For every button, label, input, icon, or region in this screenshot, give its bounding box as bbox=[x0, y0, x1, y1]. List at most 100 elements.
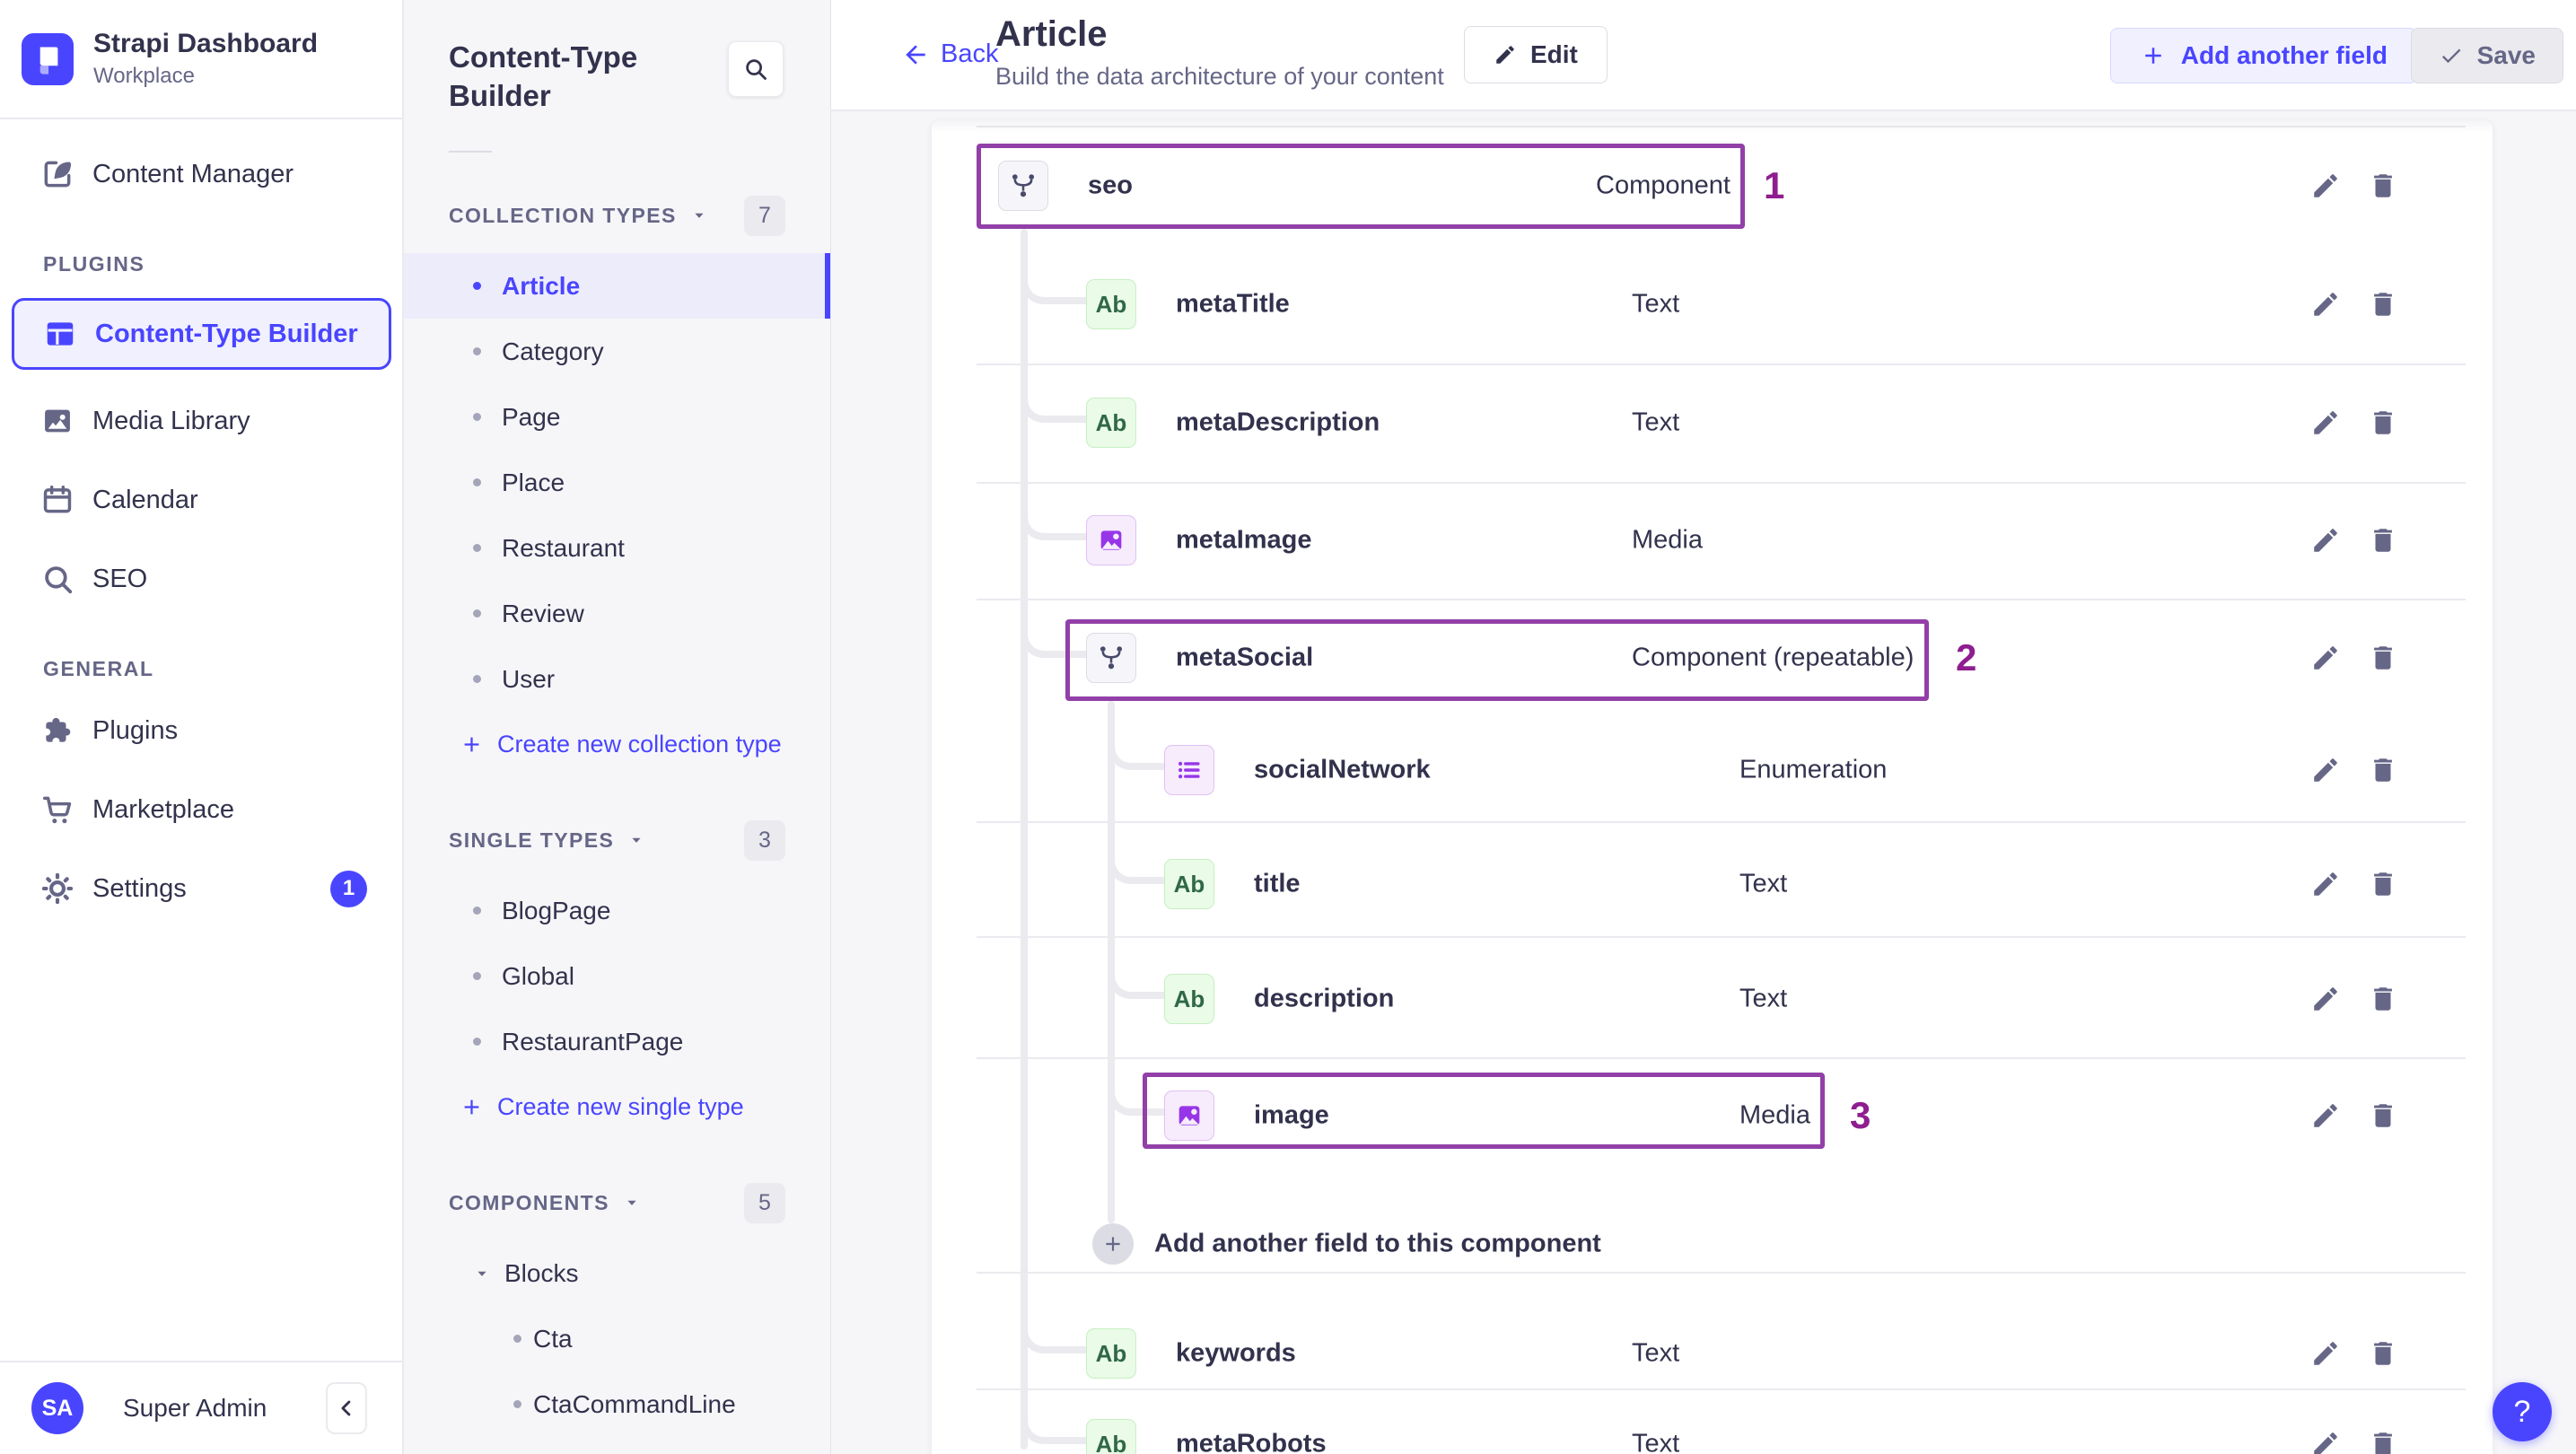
field-row-socialNetwork: socialNetwork Enumeration bbox=[932, 712, 2493, 828]
delete-field-button[interactable] bbox=[2368, 289, 2398, 320]
add-field-to-component-label: Add another field to this component bbox=[1154, 1229, 1601, 1258]
sidebar-item-content-manager[interactable]: Content Manager bbox=[0, 146, 402, 202]
list-item-label: Restaurant bbox=[502, 533, 625, 562]
list-item-label: RestaurantPage bbox=[502, 1027, 684, 1055]
sidebar-item-faq[interactable]: Faq bbox=[404, 1437, 830, 1454]
sidebar-item-page[interactable]: Page bbox=[404, 384, 830, 450]
check-icon bbox=[2439, 43, 2464, 68]
component-group-blocks[interactable]: Blocks bbox=[404, 1240, 830, 1306]
delete-field-button[interactable] bbox=[2368, 643, 2398, 673]
main-sidebar: Strapi Dashboard Workplace Content Manag… bbox=[0, 0, 404, 1454]
sidebar-item-marketplace[interactable]: Marketplace bbox=[0, 782, 402, 837]
sidebar-item-ctacommandline[interactable]: CtaCommandLine bbox=[404, 1371, 830, 1437]
sidebar-item-cta[interactable]: Cta bbox=[404, 1306, 830, 1371]
sidebar-item-restaurant[interactable]: Restaurant bbox=[404, 515, 830, 581]
create-link[interactable]: Create new collection type bbox=[404, 712, 830, 777]
tree-curve-icon bbox=[1021, 1318, 1086, 1353]
field-name: title bbox=[1254, 869, 1301, 898]
sidebar-item-blogpage[interactable]: BlogPage bbox=[404, 878, 830, 943]
field-name: keywords bbox=[1176, 1338, 1296, 1368]
field-row-metaTitle: Ab metaTitle Text bbox=[932, 246, 2493, 363]
sidebar-item-category[interactable]: Category bbox=[404, 319, 830, 384]
sidebar-item-calendar[interactable]: Calendar bbox=[0, 472, 402, 528]
edit-field-button[interactable] bbox=[2310, 1338, 2341, 1369]
sidebar-item-review[interactable]: Review bbox=[404, 581, 830, 646]
back-link[interactable]: Back bbox=[901, 39, 998, 69]
sidebar-item-settings[interactable]: Settings 1 bbox=[0, 861, 402, 916]
list-header-collection-types[interactable]: COLLECTION TYPES 7 bbox=[449, 192, 785, 239]
save-button[interactable]: Save bbox=[2410, 28, 2563, 83]
text-icon: Ab bbox=[1086, 1419, 1136, 1454]
list-header-components[interactable]: COMPONENTS 5 bbox=[449, 1179, 785, 1226]
field-row-metaDescription: Ab metaDescription Text bbox=[932, 364, 2493, 481]
list-header-label: SINGLE TYPES bbox=[449, 828, 615, 852]
sidebar-item-seo[interactable]: SEO bbox=[0, 551, 402, 607]
edit-field-button[interactable] bbox=[2310, 643, 2341, 673]
list-item-label: Place bbox=[502, 468, 565, 496]
app-title: Strapi Dashboard bbox=[93, 29, 319, 58]
edit-field-button[interactable] bbox=[2310, 525, 2341, 556]
edit-field-button[interactable] bbox=[2310, 1100, 2341, 1131]
sidebar-item-article[interactable]: Article bbox=[404, 253, 830, 319]
type-list: Article Category Page Place Restaurant Review… bbox=[404, 253, 830, 712]
pencil-icon bbox=[1494, 43, 1517, 66]
field-row-metaImage: metaImage Media bbox=[932, 482, 2493, 599]
bullet-icon bbox=[473, 413, 481, 421]
enumeration-icon bbox=[1164, 745, 1214, 795]
create-link[interactable]: Create new single type bbox=[404, 1074, 830, 1140]
edit-field-button[interactable] bbox=[2310, 984, 2341, 1014]
type-list: BlogPage Global RestaurantPage bbox=[404, 878, 830, 1074]
tree-curve-icon bbox=[1108, 963, 1164, 999]
delete-field-button[interactable] bbox=[2368, 984, 2398, 1014]
field-name: metaRobots bbox=[1176, 1429, 1327, 1454]
edit-field-button[interactable] bbox=[2310, 1429, 2341, 1454]
sidebar-item-global[interactable]: Global bbox=[404, 943, 830, 1009]
notification-badge: 1 bbox=[330, 870, 367, 907]
delete-field-button[interactable] bbox=[2368, 525, 2398, 556]
avatar[interactable]: SA bbox=[31, 1382, 83, 1434]
sidebar-item-user[interactable]: User bbox=[404, 646, 830, 712]
list-item-label: Cta bbox=[533, 1324, 573, 1353]
delete-field-button[interactable] bbox=[2368, 407, 2398, 438]
workspace-info: Strapi Dashboard Workplace bbox=[93, 29, 318, 89]
list-header-single-types[interactable]: SINGLE TYPES 3 bbox=[449, 817, 785, 863]
delete-field-button[interactable] bbox=[2368, 171, 2398, 201]
help-button[interactable]: ? bbox=[2493, 1382, 2552, 1441]
picture-icon bbox=[40, 404, 74, 438]
sidebar-item-place[interactable]: Place bbox=[404, 450, 830, 515]
edit-field-button[interactable] bbox=[2310, 171, 2341, 201]
field-type: Media bbox=[1739, 1100, 1810, 1130]
sidebar-item-plugins[interactable]: Plugins bbox=[0, 703, 402, 758]
field-row-metaRobots: Ab metaRobots Text bbox=[932, 1386, 2493, 1454]
edit-field-button[interactable] bbox=[2310, 407, 2341, 438]
media-icon bbox=[1164, 1090, 1214, 1141]
delete-field-button[interactable] bbox=[2368, 1338, 2398, 1369]
delete-field-button[interactable] bbox=[2368, 869, 2398, 899]
grid-icon bbox=[43, 317, 77, 351]
search-button[interactable] bbox=[728, 41, 784, 97]
main-navigation: Content Manager PLUGINS Content-Type Build… bbox=[0, 119, 402, 916]
sidebar-item-media-library[interactable]: Media Library bbox=[0, 393, 402, 449]
list-header-label: COMPONENTS bbox=[449, 1190, 609, 1214]
edit-field-button[interactable] bbox=[2310, 869, 2341, 899]
field-type: Text bbox=[1632, 289, 1680, 319]
sidebar-item-content-type-builder[interactable]: Content-Type Builder bbox=[12, 298, 391, 370]
bullet-icon bbox=[473, 544, 481, 552]
page-title: Article bbox=[995, 14, 1108, 54]
edit-field-button[interactable] bbox=[2310, 755, 2341, 785]
annotation-1: 1 bbox=[1764, 164, 1785, 206]
edit-button[interactable]: Edit bbox=[1464, 26, 1608, 83]
add-another-field-button[interactable]: Add another field bbox=[2109, 28, 2417, 83]
delete-field-button[interactable] bbox=[2368, 755, 2398, 785]
collapse-sidebar-button[interactable] bbox=[326, 1382, 367, 1434]
add-field-to-component-button[interactable]: Add another field to this component bbox=[932, 1186, 2493, 1302]
delete-field-button[interactable] bbox=[2368, 1429, 2398, 1454]
edit-field-button[interactable] bbox=[2310, 289, 2341, 320]
delete-field-button[interactable] bbox=[2368, 1100, 2398, 1131]
field-row-image: image Media bbox=[932, 1057, 2493, 1174]
text-icon: Ab bbox=[1086, 398, 1136, 448]
sidebar-item-restaurantpage[interactable]: RestaurantPage bbox=[404, 1009, 830, 1074]
create-link-label: Create new collection type bbox=[497, 731, 782, 758]
workspace-switcher[interactable]: Strapi Dashboard Workplace bbox=[0, 0, 402, 119]
field-name: description bbox=[1254, 984, 1395, 1013]
